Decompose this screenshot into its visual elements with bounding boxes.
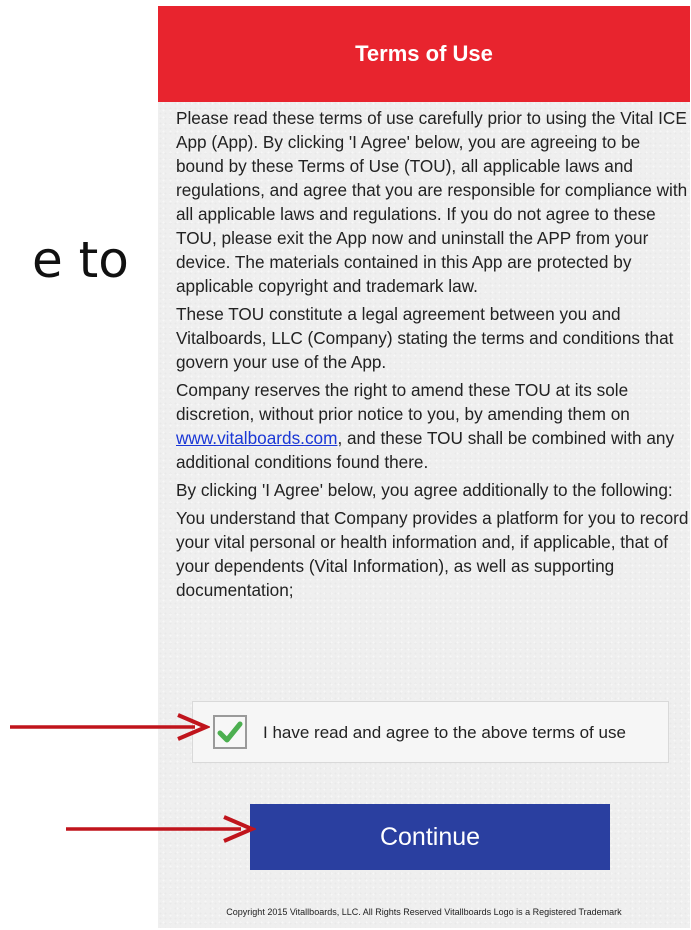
terms-paragraph: You understand that Company provides a p… bbox=[176, 508, 689, 600]
continue-button[interactable]: Continue bbox=[250, 804, 610, 870]
agree-label[interactable]: I have read and agree to the above terms… bbox=[263, 723, 626, 743]
terms-text-scroll[interactable]: Please read these terms of use carefully… bbox=[176, 106, 690, 697]
right-arrow-icon bbox=[66, 815, 256, 843]
terms-paragraph: These TOU constitute a legal agreement b… bbox=[176, 304, 674, 372]
checkmark-icon bbox=[217, 721, 243, 743]
phone-screen: Terms of Use Please read these terms of … bbox=[158, 6, 690, 928]
copyright-text: Copyright 2015 Vitallboards, LLC. All Ri… bbox=[226, 907, 622, 917]
terms-paragraph: By clicking 'I Agree' below, you agree a… bbox=[176, 480, 673, 500]
page-title: Terms of Use bbox=[355, 41, 493, 66]
terms-text: Company reserves the right to amend thes… bbox=[176, 380, 630, 424]
right-arrow-icon bbox=[10, 713, 210, 741]
agree-row[interactable]: I have read and agree to the above terms… bbox=[192, 701, 669, 763]
agree-checkbox[interactable] bbox=[213, 715, 247, 749]
title-bar: Terms of Use bbox=[158, 6, 690, 102]
terms-paragraph: Please read these terms of use carefully… bbox=[176, 108, 688, 296]
vitalboards-link[interactable]: www.vitalboards.com bbox=[176, 428, 337, 448]
terms-paragraph: Company reserves the right to amend thes… bbox=[176, 378, 690, 474]
slide-partial-text: e to bbox=[32, 231, 129, 289]
